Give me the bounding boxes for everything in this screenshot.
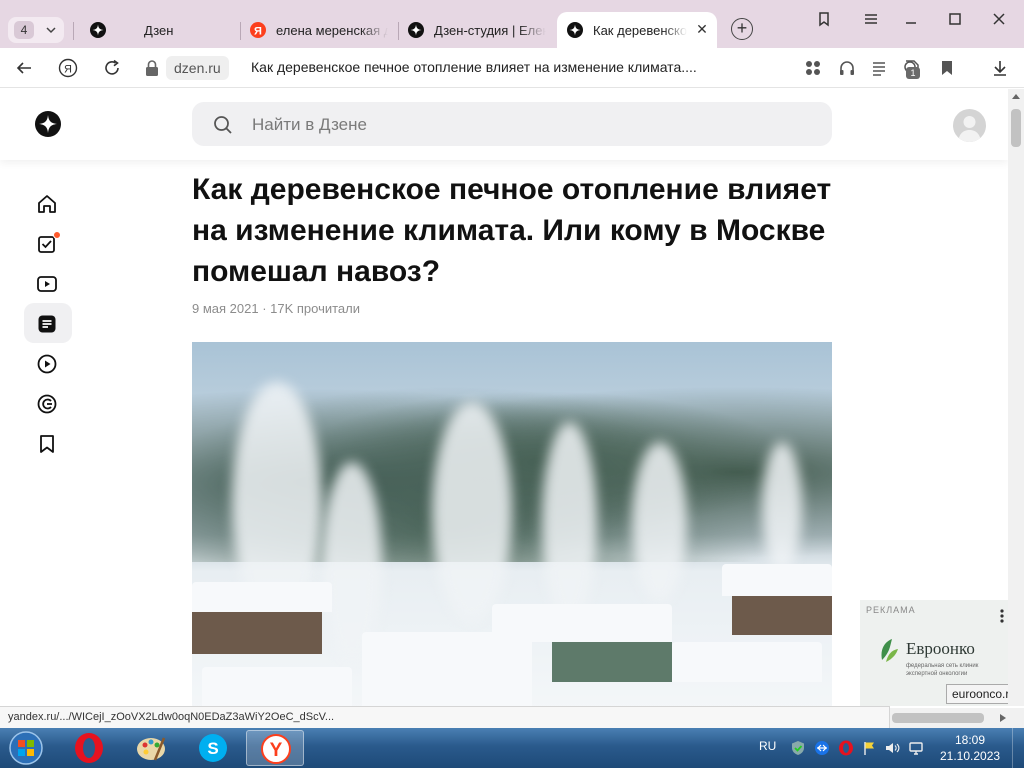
domain-chip[interactable]: dzen.ru <box>166 56 229 80</box>
windows-taskbar: S Y RU 18:09 21.10.2023 <box>0 728 1024 768</box>
tab-separator <box>73 22 74 40</box>
reader-mode-icon[interactable] <box>869 58 889 78</box>
address-page-title[interactable]: Как деревенское печное отопление влияет … <box>251 59 697 75</box>
home-icon[interactable] <box>36 193 58 215</box>
extension-badge: 1 <box>906 67 920 79</box>
yandex-logo-icon: Я <box>250 22 266 38</box>
search-icon <box>214 116 232 134</box>
notification-dot <box>53 231 61 239</box>
tab-counter-button[interactable]: 4 <box>8 17 64 43</box>
language-indicator[interactable]: RU <box>759 739 776 753</box>
bookmark-icon[interactable] <box>937 58 957 78</box>
tab-label: Как деревенское п <box>593 23 687 38</box>
tab-article-active[interactable]: Как деревенское п ✕ <box>557 12 717 48</box>
articles-icon[interactable] <box>36 313 58 335</box>
volume-icon[interactable] <box>884 740 900 756</box>
dzen-logo-icon[interactable] <box>35 111 61 137</box>
scroll-right-icon[interactable] <box>1000 714 1006 722</box>
close-tab-icon[interactable]: ✕ <box>695 22 709 36</box>
search-placeholder: Найти в Дзене <box>252 115 367 134</box>
headphones-icon[interactable] <box>837 58 857 78</box>
taskbar-yandex-browser[interactable]: Y <box>246 730 304 766</box>
ad-subtitle: федеральная сеть клиник экспертной онкол… <box>906 663 979 677</box>
teamviewer-icon[interactable] <box>814 740 830 756</box>
svg-text:S: S <box>207 739 218 758</box>
new-tab-button[interactable]: + <box>731 18 753 40</box>
chevron-down-icon <box>46 27 56 34</box>
clock-date: 21.10.2023 <box>940 749 1001 763</box>
dzen-header: Найти в Дзене <box>0 89 1008 160</box>
tab-dzen-studio[interactable]: Дзен-студия | Елена <box>398 12 556 48</box>
leaf-logo-icon <box>881 639 898 662</box>
dzen-star-icon <box>408 22 424 38</box>
dzen-star-icon <box>90 22 106 38</box>
horizontal-scrollbar[interactable] <box>890 708 1024 728</box>
show-desktop-button[interactable] <box>1012 728 1024 768</box>
svg-text:Я: Я <box>254 26 262 38</box>
tab-strip: 4 Дзен Я елена меренская д Дзен-студия |… <box>0 0 1024 48</box>
network-icon[interactable] <box>908 740 924 756</box>
ad-brand: Евроонко <box>906 639 975 658</box>
maximize-icon[interactable] <box>946 10 964 28</box>
tab-label: елена меренская д <box>276 23 388 38</box>
scroll-up-icon[interactable] <box>1012 93 1020 99</box>
vertical-scroll-thumb[interactable] <box>1011 109 1021 147</box>
user-silhouette-icon <box>958 116 981 142</box>
svg-text:Y: Y <box>270 740 283 761</box>
start-button-icon[interactable] <box>4 730 48 766</box>
paint-palette-icon <box>137 737 166 761</box>
opera-tray-icon[interactable] <box>838 740 854 756</box>
tab-label: Дзен <box>144 23 174 38</box>
lock-icon[interactable] <box>144 59 160 77</box>
clock-time: 18:09 <box>954 733 986 747</box>
horizontal-scroll-thumb[interactable] <box>892 713 984 723</box>
tab-label: Дзен-студия | Елена <box>434 23 546 38</box>
minimize-icon[interactable] <box>902 10 920 28</box>
tab-search[interactable]: Я елена меренская д <box>240 12 398 48</box>
svg-text:Я: Я <box>64 64 72 76</box>
opera-icon <box>75 733 103 763</box>
close-window-icon[interactable] <box>990 10 1008 28</box>
video-icon[interactable] <box>36 273 58 295</box>
page-content: Найти в Дзене Как деревенское печное ото… <box>0 89 1008 706</box>
yandex-browser-icon: Y <box>261 734 291 764</box>
yandex-home-icon[interactable]: Я <box>58 58 78 78</box>
flag-notification-icon[interactable] <box>862 740 878 756</box>
status-url-bar: yandex.ru/.../WICejI_zOoVX2Ldw0oqN0EDaZ3… <box>0 706 890 728</box>
apps-grid-icon[interactable] <box>803 58 823 78</box>
menu-icon[interactable] <box>862 10 880 28</box>
tab-dzen[interactable]: Дзен <box>80 12 240 48</box>
shorts-icon[interactable] <box>36 353 58 375</box>
taskbar-paint[interactable] <box>122 730 180 766</box>
address-bar: Я dzen.ru Как деревенское печное отоплен… <box>0 48 1024 88</box>
article-meta: 9 мая 2021 · 17K прочитали <box>192 301 361 316</box>
taskbar-opera[interactable] <box>60 730 118 766</box>
more-options-icon[interactable] <box>999 608 1005 624</box>
security-shield-icon[interactable] <box>790 740 806 756</box>
dzen-star-icon <box>567 22 583 38</box>
bookmarks-collection-icon[interactable] <box>815 10 833 28</box>
system-clock[interactable]: 18:09 21.10.2023 <box>940 732 1000 764</box>
ad-label: РЕКЛАМА <box>866 605 916 615</box>
back-arrow-icon[interactable] <box>14 58 34 78</box>
vertical-scrollbar[interactable] <box>1008 89 1024 706</box>
article-hero-image <box>192 342 832 706</box>
bookmark-icon[interactable] <box>36 433 58 455</box>
download-icon[interactable] <box>990 58 1010 78</box>
article-title: Как деревенское печное отопление влияет … <box>192 173 832 288</box>
avatar[interactable] <box>953 109 986 142</box>
tab-count: 4 <box>14 21 34 39</box>
skype-icon: S <box>199 734 227 762</box>
reload-icon[interactable] <box>102 58 122 78</box>
channels-icon[interactable] <box>36 393 58 415</box>
search-input[interactable]: Найти в Дзене <box>192 102 832 146</box>
taskbar-skype[interactable]: S <box>184 730 242 766</box>
